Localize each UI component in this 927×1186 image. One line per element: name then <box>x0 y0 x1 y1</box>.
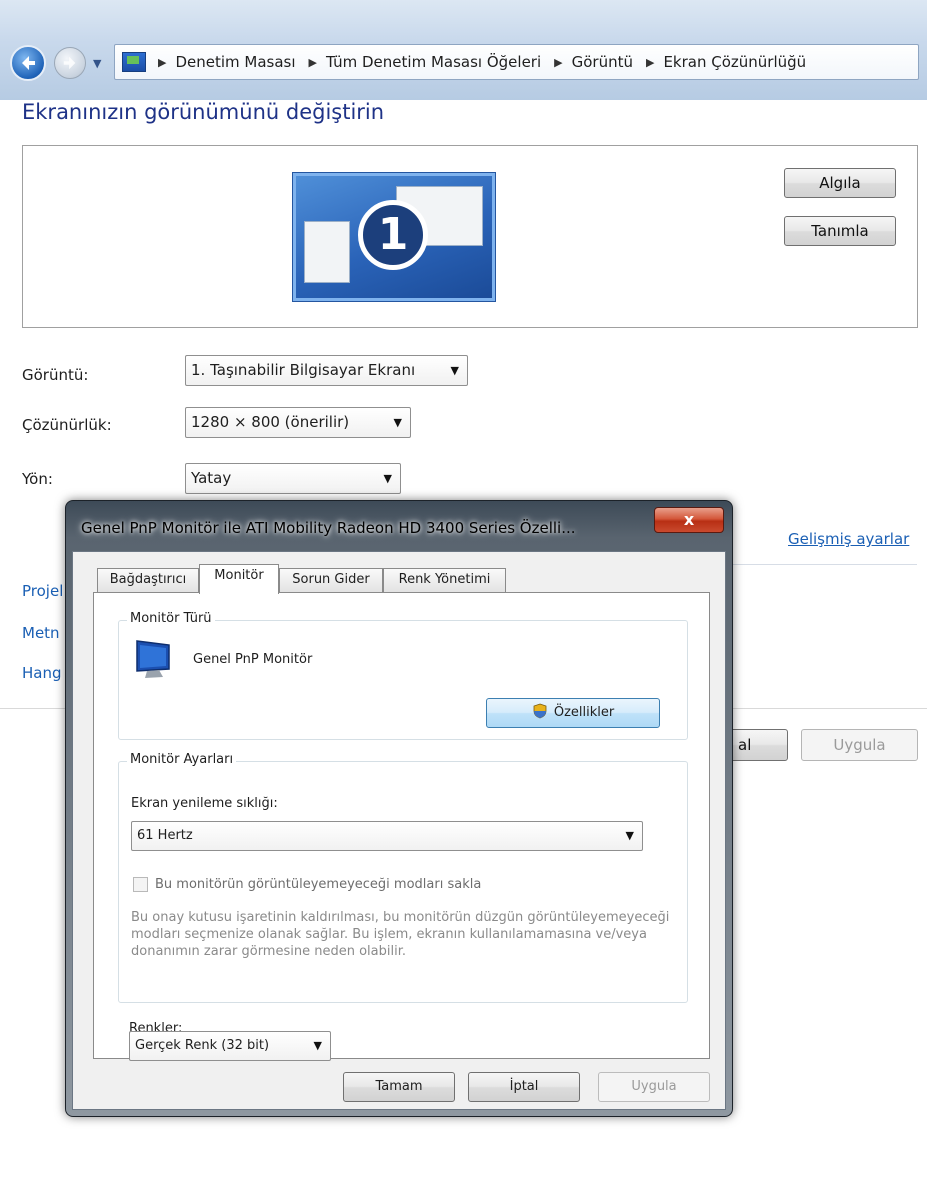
display-preview-area: 1 Algıla Tanımla <box>22 145 918 328</box>
colors-select[interactable]: Gerçek Renk (32 bit) ▼ <box>129 1031 331 1061</box>
properties-button-label: Özellikler <box>553 705 615 720</box>
hide-modes-description: Bu onay kutusu işaretinin kaldırılması, … <box>131 910 670 959</box>
address-bar[interactable]: ▶ Denetim Masası ▶ Tüm Denetim Masası Öğ… <box>114 44 919 80</box>
refresh-rate-label: Ekran yenileme sıklığı: <box>131 796 278 811</box>
tab-troubleshoot[interactable]: Sorun Gider <box>279 568 383 592</box>
preview-window-thumbnail <box>304 221 350 283</box>
resolution-label: Çözünürlük: <box>22 416 112 434</box>
monitor-settings-group-label: Monitör Ayarları <box>127 752 237 767</box>
divider <box>717 564 917 565</box>
tab-monitor[interactable]: Monitör <box>199 564 279 594</box>
forward-button[interactable] <box>54 47 86 79</box>
refresh-rate-select[interactable]: 61 Hertz ▼ <box>131 821 643 851</box>
advanced-settings-link[interactable]: Gelişmiş ayarlar <box>788 530 909 548</box>
apply-button[interactable]: Uygula <box>801 729 918 761</box>
resolution-select[interactable]: 1280 × 800 (önerilir) ▼ <box>185 407 411 438</box>
monitor-tab-panel: Monitör Türü Genel PnP Monitör Özellikle… <box>93 592 710 1061</box>
monitor-type-group: Monitör Türü Genel PnP Monitör Özellikle… <box>118 611 688 740</box>
arrow-right-icon <box>63 56 76 70</box>
chevron-down-icon: ▼ <box>393 416 402 429</box>
display-settings-help-link[interactable]: Hang <box>22 664 62 682</box>
projector-link[interactable]: Projel <box>22 582 63 600</box>
chevron-down-icon: ▼ <box>625 829 634 842</box>
monitor-name: Genel PnP Monitör <box>193 652 313 667</box>
chevron-down-icon: ▼ <box>450 364 459 377</box>
page-title: Ekranınızın görünümünü değiştirin <box>22 100 385 124</box>
arrow-left-icon <box>22 56 35 70</box>
chevron-down-icon: ▼ <box>313 1039 322 1052</box>
display-label: Görüntü: <box>22 366 89 384</box>
identify-button[interactable]: Tanımla <box>784 216 896 246</box>
orientation-select[interactable]: Yatay ▼ <box>185 463 401 494</box>
apply-button[interactable]: Uygula <box>598 1072 710 1102</box>
breadcrumb-separator-icon[interactable]: ▶ <box>309 56 317 69</box>
dialog-body: Bağdaştırıcı Monitör Sorun Gider Renk Yö… <box>72 551 726 1110</box>
refresh-rate-select-value: 61 Hertz <box>137 828 193 843</box>
back-button[interactable] <box>10 45 46 81</box>
breadcrumb-separator-icon[interactable]: ▶ <box>158 56 166 69</box>
monitor-1-tile[interactable]: 1 <box>293 173 495 301</box>
breadcrumb-item[interactable]: Ekran Çözünürlüğü <box>663 53 806 71</box>
resolution-select-value: 1280 × 800 (önerilir) <box>191 413 350 431</box>
detect-button[interactable]: Algıla <box>784 168 896 198</box>
dialog-title: Genel PnP Monitör ile ATI Mobility Radeo… <box>81 519 576 537</box>
properties-button[interactable]: Özellikler <box>486 698 660 728</box>
close-button[interactable]: x <box>654 507 724 533</box>
recent-pages-dropdown-icon[interactable]: ▼ <box>93 57 101 70</box>
explorer-toolbar: ▼ ▶ Denetim Masası ▶ Tüm Denetim Masası … <box>0 0 927 100</box>
uac-shield-icon <box>533 703 547 719</box>
breadcrumb-item[interactable]: Denetim Masası <box>175 53 295 71</box>
close-icon: x <box>683 510 695 529</box>
chevron-down-icon: ▼ <box>383 472 392 485</box>
cancel-button[interactable]: İptal <box>468 1072 580 1102</box>
control-panel-icon <box>122 52 146 72</box>
hide-modes-checkbox[interactable] <box>133 877 148 892</box>
orientation-select-value: Yatay <box>191 469 232 487</box>
monitor-settings-group: Monitör Ayarları Ekran yenileme sıklığı:… <box>118 752 688 1003</box>
breadcrumb-item[interactable]: Görüntü <box>572 53 633 71</box>
text-size-link[interactable]: Metn <box>22 624 60 642</box>
orientation-label: Yön: <box>22 470 53 488</box>
monitor-type-group-label: Monitör Türü <box>127 611 215 626</box>
colors-select-value: Gerçek Renk (32 bit) <box>135 1038 270 1053</box>
monitor-number-badge: 1 <box>358 200 428 270</box>
breadcrumb-separator-icon[interactable]: ▶ <box>554 56 562 69</box>
monitor-icon <box>136 640 170 678</box>
monitor-properties-dialog: Genel PnP Monitör ile ATI Mobility Radeo… <box>65 500 733 1117</box>
display-select-value: 1. Taşınabilir Bilgisayar Ekranı <box>191 361 416 379</box>
hide-modes-label: Bu monitörün görüntüleyemeyeceği modları… <box>155 877 482 892</box>
ok-button[interactable]: Tamam <box>343 1072 455 1102</box>
tab-adapter[interactable]: Bağdaştırıcı <box>97 568 199 592</box>
display-select[interactable]: 1. Taşınabilir Bilgisayar Ekranı ▼ <box>185 355 468 386</box>
breadcrumb-separator-icon[interactable]: ▶ <box>646 56 654 69</box>
tab-color-management[interactable]: Renk Yönetimi <box>383 568 506 592</box>
breadcrumb-item[interactable]: Tüm Denetim Masası Öğeleri <box>326 53 541 71</box>
